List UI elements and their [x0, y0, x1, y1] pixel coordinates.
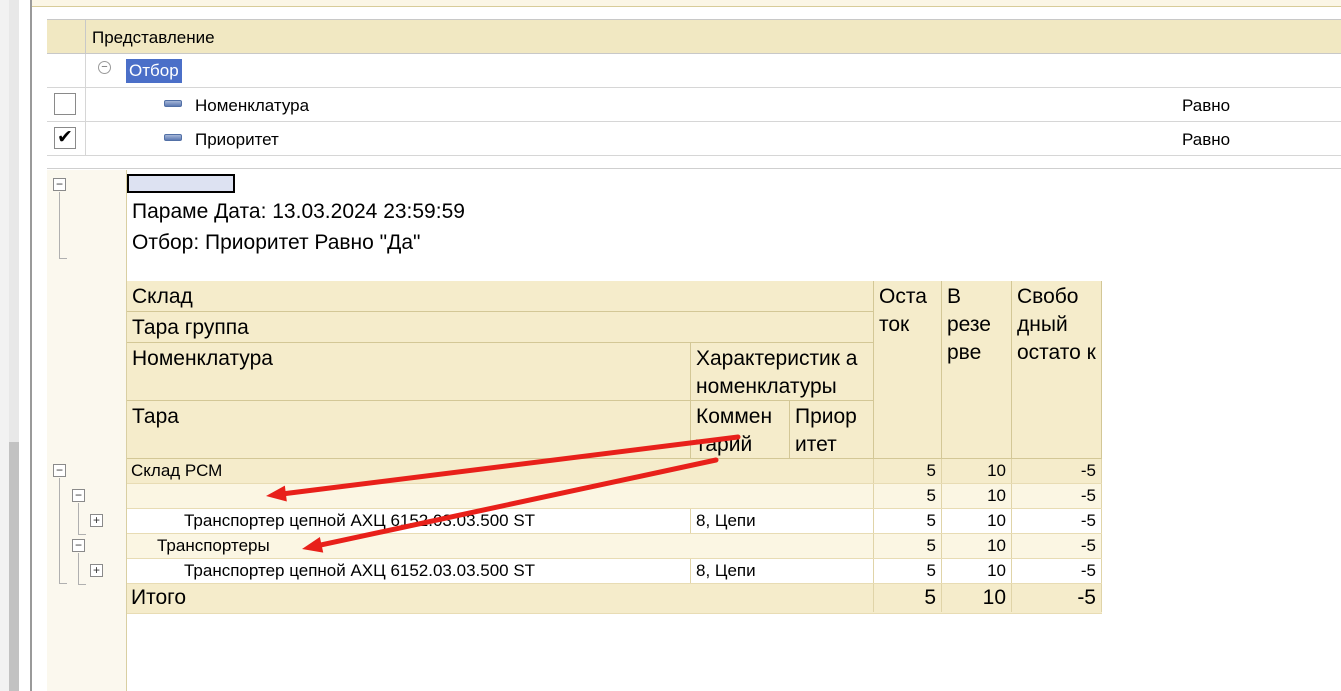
filter-field-label[interactable]: Номенклатура: [195, 96, 309, 116]
column-header-comment: Коммен тарий: [691, 401, 790, 459]
row-reserved: 10: [942, 459, 1012, 483]
row-free: -5: [1012, 459, 1102, 483]
plus-box-icon[interactable]: +: [90, 564, 103, 577]
table-row-item[interactable]: Транспортер цепной АХЦ 6152.03.03.500 ST…: [127, 509, 1102, 534]
report-separator: [47, 168, 1341, 169]
minus-box-icon[interactable]: −: [72, 539, 85, 552]
column-header-warehouse: Склад: [127, 281, 874, 312]
row-free: -5: [1012, 534, 1102, 558]
filter-group-label[interactable]: Отбор: [126, 59, 182, 83]
field-dash-icon: [164, 134, 182, 141]
tree-line: [59, 583, 67, 584]
report-parameters: Параме Дата: 13.03.2024 23:59:59: [132, 200, 465, 223]
collapse-group-icon[interactable]: −: [98, 61, 111, 74]
row-reserved: 10: [942, 484, 1012, 508]
check-cell: [47, 88, 86, 121]
tree-line: [78, 503, 79, 534]
panel-divider: [30, 0, 32, 691]
tree-line: [78, 534, 86, 535]
minus-box-icon[interactable]: −: [72, 489, 85, 502]
table-row-total[interactable]: Итого 5 10 -5: [127, 584, 1102, 614]
table-row-warehouse[interactable]: Склад РСМ 5 10 -5: [127, 459, 1102, 484]
total-free: -5: [1012, 584, 1102, 612]
row-name: Транспортер цепной АХЦ 6152.03.03.500 ST: [127, 559, 691, 583]
report-title-cell[interactable]: [127, 174, 235, 193]
row-balance: 5: [874, 459, 942, 483]
row-reserved: 10: [942, 509, 1012, 533]
filter-group-row[interactable]: − Отбор: [47, 54, 1341, 88]
row-name: Транспортеры: [127, 534, 874, 558]
column-header-priority: Приор итет: [790, 401, 874, 459]
filter-row-priority[interactable]: ✔ Приоритет Равно: [47, 122, 1341, 156]
filter-use-checkbox[interactable]: [54, 93, 76, 115]
table-row-group[interactable]: Транспортеры 5 10 -5: [127, 534, 1102, 559]
column-header-free-balance: Свобо дный остато к: [1012, 281, 1102, 459]
row-free: -5: [1012, 559, 1102, 583]
row-free: -5: [1012, 484, 1102, 508]
check-icon[interactable]: ✔: [54, 127, 76, 149]
total-label: Итого: [127, 584, 874, 612]
column-header-presentation: Представление: [92, 28, 215, 47]
column-header-nomenclature: Номенклатура: [127, 343, 691, 401]
row-balance: 5: [874, 484, 942, 508]
row-balance: 5: [874, 559, 942, 583]
column-header-container-group: Тара группа: [127, 312, 874, 343]
scrollbar-thumb[interactable]: [9, 442, 19, 691]
row-name: Транспортер цепной АХЦ 6152.03.03.500 ST: [127, 509, 691, 533]
column-header-balance: Оста ток: [874, 281, 942, 459]
window-edge: [0, 0, 9, 691]
tree-line: [59, 192, 60, 258]
row-balance: 5: [874, 534, 942, 558]
column-header-reserved: В резе рве: [942, 281, 1012, 459]
row-characteristic: 8, Цепи: [691, 559, 874, 583]
top-panel-strip: [32, 0, 1341, 7]
minus-box-icon[interactable]: −: [53, 464, 66, 477]
filter-condition[interactable]: Равно: [1182, 96, 1230, 116]
filter-condition[interactable]: Равно: [1182, 130, 1230, 150]
tree-line: [59, 478, 60, 583]
column-header-characteristic: Характеристик а номенклатуры: [691, 343, 874, 401]
row-name: [127, 484, 874, 508]
column-header-container: Тара: [127, 401, 691, 459]
tree-line: [78, 584, 86, 585]
total-reserved: 10: [942, 584, 1012, 612]
row-free: -5: [1012, 509, 1102, 533]
field-dash-icon: [164, 100, 182, 107]
table-row-group[interactable]: 5 10 -5: [127, 484, 1102, 509]
row-characteristic: 8, Цепи: [691, 509, 874, 533]
table-row-item[interactable]: Транспортер цепной АХЦ 6152.03.03.500 ST…: [127, 559, 1102, 584]
plus-box-icon[interactable]: +: [90, 514, 103, 527]
check-cell: ✔: [47, 122, 86, 155]
row-balance: 5: [874, 509, 942, 533]
row-reserved: 10: [942, 559, 1012, 583]
tree-line: [59, 258, 67, 259]
filter-settings-grid: Представление − Отбор Номенклатура Равно…: [47, 19, 1341, 157]
check-cell: [47, 54, 86, 87]
filter-grid-header: Представление: [47, 19, 1341, 54]
tree-line: [78, 553, 79, 584]
row-reserved: 10: [942, 534, 1012, 558]
total-balance: 5: [874, 584, 942, 612]
report-filter-summary: Отбор: Приоритет Равно "Да": [132, 231, 421, 254]
filter-row-nomenclature[interactable]: Номенклатура Равно: [47, 88, 1341, 122]
row-name: Склад РСМ: [127, 459, 874, 483]
minus-box-icon[interactable]: −: [53, 178, 66, 191]
header-check-column: [47, 20, 86, 54]
filter-field-label[interactable]: Приоритет: [195, 130, 279, 150]
